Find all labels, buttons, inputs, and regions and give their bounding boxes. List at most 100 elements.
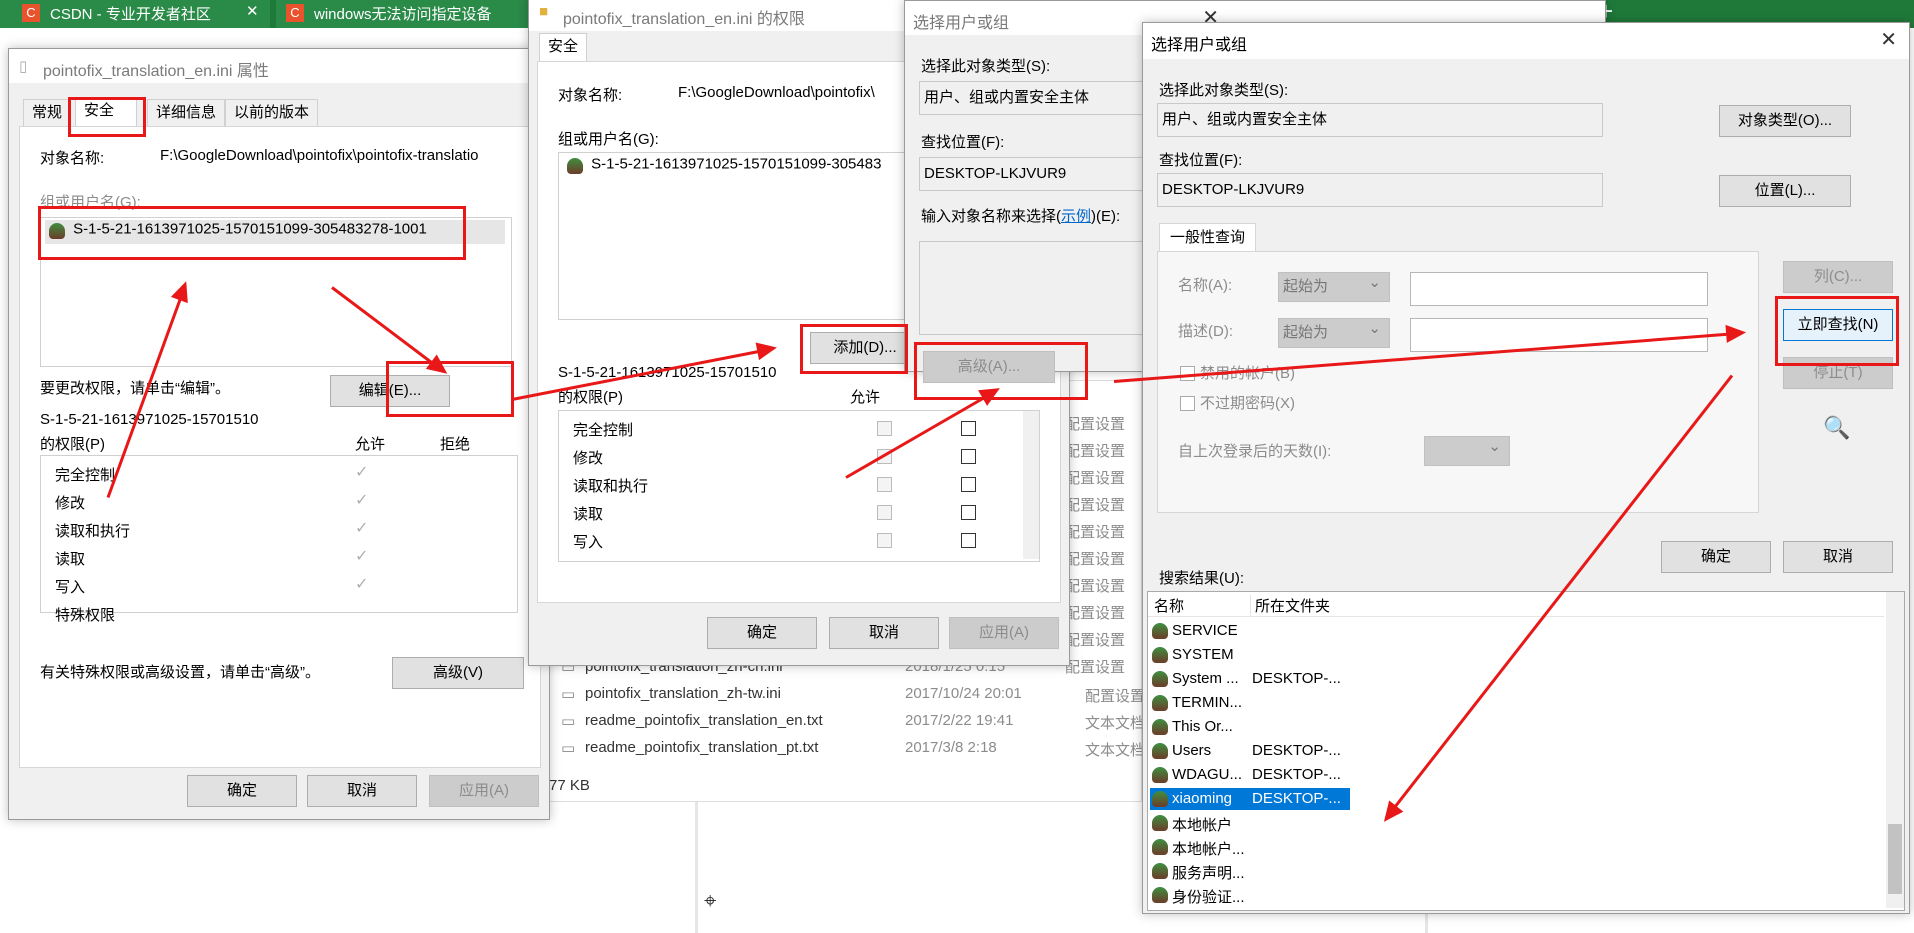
days-select[interactable]	[1424, 433, 1510, 466]
perm-item: 写入	[573, 534, 604, 551]
result-row[interactable]: WDAGU... DESKTOP-...	[1150, 764, 1350, 786]
result-row[interactable]: SERVICE	[1150, 620, 1350, 642]
result-row[interactable]: TERMIN...	[1150, 692, 1350, 714]
close-icon[interactable]: ✕	[1880, 27, 1897, 52]
csdn-icon: C	[22, 4, 40, 22]
object-label: 对象名称:	[40, 150, 105, 167]
deny-checkbox[interactable]	[961, 449, 976, 464]
tab-previous-versions[interactable]: 以前的版本	[225, 99, 319, 126]
perm-item: 读取和执行	[573, 478, 649, 495]
result-row[interactable]: Users DESKTOP-...	[1150, 740, 1350, 762]
cancel-button[interactable]: 取消	[307, 775, 417, 807]
file-type: 配置设置	[1065, 605, 1126, 622]
allow-checkbox[interactable]	[877, 533, 892, 548]
target-icon[interactable]: ⌖	[704, 888, 716, 914]
query-tab[interactable]: 一般性查询	[1159, 223, 1257, 252]
result-row[interactable]: SYSTEM	[1150, 644, 1350, 666]
deny-checkbox[interactable]	[961, 477, 976, 492]
file-date: 2017/2/22 19:41	[905, 712, 1014, 729]
allow-checkbox[interactable]	[877, 421, 892, 436]
deny-checkbox[interactable]	[961, 421, 976, 436]
close-icon[interactable]: ✕	[246, 2, 259, 20]
ok-button[interactable]: 确定	[187, 775, 297, 807]
cancel-button[interactable]: 取消	[829, 617, 939, 649]
column-name[interactable]: 名称	[1154, 595, 1184, 616]
non-expiring-checkbox[interactable]	[1180, 396, 1195, 411]
ok-button[interactable]: 确定	[707, 617, 817, 649]
file-type: 配置设置	[1085, 688, 1146, 705]
result-row[interactable]: 本地帐户	[1150, 812, 1350, 834]
object-value: F:\GoogleDownload\pointofix\pointofix-tr…	[160, 147, 479, 164]
page-divider	[695, 790, 698, 933]
deny-checkbox[interactable]	[961, 533, 976, 548]
object-types-button[interactable]: 对象类型(O)...	[1719, 105, 1851, 137]
column-folder[interactable]: 所在文件夹	[1250, 595, 1330, 616]
highlight-add-button	[800, 324, 908, 374]
user-group-icon	[1152, 647, 1168, 663]
result-row[interactable]: 本地帐户...	[1150, 836, 1350, 858]
tab-general[interactable]: 常规	[23, 99, 72, 126]
name-match-select[interactable]: 起始为	[1278, 269, 1390, 302]
locations-button[interactable]: 位置(L)...	[1719, 175, 1851, 207]
tab-label: windows无法访问指定设备	[314, 6, 492, 23]
ok-button[interactable]: 确定	[1661, 541, 1771, 573]
result-row[interactable]: This Or...	[1150, 716, 1350, 738]
result-row[interactable]: 身份验证...	[1150, 884, 1350, 906]
scrollbar[interactable]	[1023, 411, 1039, 559]
result-folder: DESKTOP-...	[1252, 742, 1341, 759]
tab-details[interactable]: 详细信息	[147, 99, 226, 126]
titlebar: 选择用户或组 ✕	[1143, 23, 1909, 59]
special-hint: 有关特殊权限或高级设置，请单击“高级”。	[40, 664, 320, 681]
perm-item: 特殊权限	[55, 607, 116, 624]
file-icon: ▭	[561, 713, 576, 730]
check-icon: ✓	[355, 492, 369, 509]
result-name: SYSTEM	[1172, 646, 1234, 663]
search-icon: 🔍	[1823, 415, 1851, 440]
result-name: 本地帐户	[1172, 817, 1233, 834]
result-row[interactable]: 服务声明...	[1150, 860, 1350, 882]
titlebar: ▯ pointofix_translation_en.ini 属性	[9, 49, 549, 83]
type-label: 选择此对象类型(S):	[921, 58, 1051, 75]
tab-security[interactable]: 安全	[539, 33, 588, 62]
user-group-icon	[1152, 887, 1168, 903]
result-name: WDAGU...	[1172, 766, 1242, 783]
location-label: 查找位置(F):	[921, 134, 1005, 151]
file-row[interactable]: ▭ readme_pointofix_translation_en.txt 20…	[561, 710, 1145, 734]
result-name: 服务声明...	[1172, 865, 1245, 882]
columns-button: 列(C)...	[1783, 261, 1893, 293]
result-name: This Or...	[1172, 718, 1233, 735]
dialog-title: pointofix_translation_en.ini 属性	[43, 63, 269, 80]
perm-for: S-1-5-21-1613971025-15701510	[40, 411, 259, 428]
result-folder: DESKTOP-...	[1252, 790, 1341, 807]
file-date: 2017/3/8 2:18	[905, 739, 997, 756]
highlight-find-now-button	[1775, 296, 1899, 366]
allow-checkbox[interactable]	[877, 477, 892, 492]
file-name: readme_pointofix_translation_en.txt	[585, 712, 823, 729]
change-hint: 要更改权限，请单击“编辑”。	[40, 380, 230, 397]
allow-checkbox[interactable]	[877, 505, 892, 520]
advanced-select-dialog: 选择用户或组 ✕ 选择此对象类型(S): 用户、组或内置安全主体 对象类型(O)…	[1142, 22, 1910, 914]
scrollbar[interactable]	[1886, 592, 1904, 908]
name-input[interactable]	[1410, 272, 1708, 306]
examples-link[interactable]: 示例	[1061, 208, 1091, 225]
apply-button: 应用(A)	[429, 775, 539, 807]
result-name: xiaoming	[1172, 790, 1233, 807]
file-row[interactable]: ▭ readme_pointofix_translation_pt.txt 20…	[561, 737, 1145, 761]
properties-dialog: ▯ pointofix_translation_en.ini 属性 常规 安全 …	[8, 48, 550, 820]
result-row[interactable]: System ... DESKTOP-...	[1150, 668, 1350, 690]
browser-tab-article[interactable]: C windows无法访问指定设备	[276, 0, 556, 28]
folder-icon: ■	[539, 3, 549, 20]
desc-match-select[interactable]: 起始为	[1278, 315, 1390, 348]
perm-item: 写入	[55, 579, 86, 596]
query-panel: 名称(A): 起始为 描述(D): 起始为 禁用的帐户(B) 不过期密码(X) …	[1157, 251, 1759, 513]
cancel-button[interactable]: 取消	[1783, 541, 1893, 573]
deny-checkbox[interactable]	[961, 505, 976, 520]
perm-item: 读取和执行	[55, 523, 131, 540]
advanced-button[interactable]: 高级(V)	[392, 657, 524, 689]
browser-tab-csdn[interactable]: C CSDN - 专业开发者社区 ✕	[0, 0, 270, 28]
file-row[interactable]: ▭ pointofix_translation_zh-tw.ini 2017/1…	[561, 683, 1145, 707]
days-label: 自上次登录后的天数(I):	[1178, 443, 1332, 460]
scroll-thumb[interactable]	[1888, 824, 1902, 894]
enter-names-label: 输入对象名称来选择(示例)(E):	[921, 205, 1120, 226]
result-row-selected[interactable]: xiaoming DESKTOP-...	[1150, 788, 1350, 810]
